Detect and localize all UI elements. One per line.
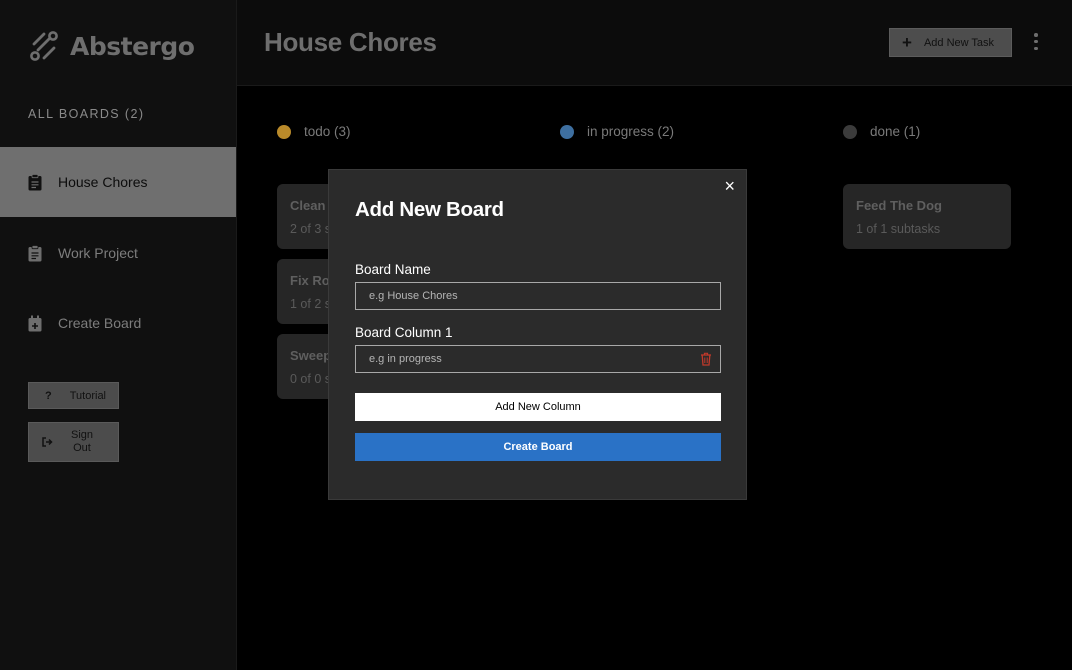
plus-icon: + (902, 33, 912, 52)
question-icon: ? (45, 389, 52, 402)
board-name-label: Board Name (355, 262, 431, 277)
app-name: Abstergo (70, 31, 195, 61)
board-column-placeholder: e.g in progress (369, 353, 442, 365)
sidebar-item-label: House Chores (58, 174, 148, 190)
sign-out-label: Sign Out (70, 429, 94, 454)
sign-out-icon (42, 437, 53, 447)
create-board-label: Create Board (58, 315, 142, 331)
app-logo[interactable]: Abstergo (30, 30, 195, 62)
column-header-done: done (1) (843, 124, 920, 139)
tutorial-label: Tutorial (69, 389, 107, 402)
sidebar-item-label: Work Project (58, 245, 138, 261)
board-name-input[interactable]: e.g House Chores (355, 282, 721, 310)
all-boards-heading: ALL BOARDS (2) (28, 107, 145, 121)
logo-icon (30, 31, 58, 61)
tutorial-button[interactable]: ? Tutorial (28, 382, 119, 409)
sidebar-item-work-project[interactable]: Work Project (0, 218, 236, 288)
create-board-button[interactable]: Create Board (355, 433, 721, 461)
task-subtasks: 1 of 1 subtasks (856, 222, 941, 236)
task-title: Feed The Dog (856, 198, 942, 213)
create-board-link[interactable]: Create Board (0, 288, 236, 358)
add-new-column-button[interactable]: Add New Column (355, 393, 721, 421)
trash-icon[interactable] (700, 352, 712, 366)
calendar-plus-icon (28, 315, 42, 331)
column-color-dot (843, 124, 857, 139)
column-label: in progress (2) (587, 124, 675, 139)
close-icon[interactable]: × (724, 177, 735, 195)
sign-out-button[interactable]: Sign Out (28, 422, 119, 462)
add-new-task-label: Add New Task (923, 36, 995, 49)
sidebar-item-house-chores[interactable]: House Chores (0, 147, 236, 217)
clipboard-icon (28, 173, 42, 190)
more-options-icon[interactable] (1034, 33, 1038, 50)
column-header-todo: todo (3) (277, 124, 351, 139)
page-title: House Chores (264, 27, 437, 57)
task-card[interactable]: Feed The Dog 1 of 1 subtasks (843, 184, 1011, 249)
column-label: done (1) (870, 124, 921, 139)
column-header-in-progress: in progress (2) (560, 124, 674, 139)
sidebar: Abstergo ALL BOARDS (2) House Chores Wor… (0, 0, 237, 670)
clipboard-icon (28, 244, 42, 261)
column-color-dot (560, 124, 574, 139)
column-label: todo (3) (304, 124, 351, 139)
board-column-input[interactable]: e.g in progress (355, 345, 721, 373)
modal-title: Add New Board (355, 198, 504, 221)
column-color-dot (277, 124, 291, 139)
board-column-label: Board Column 1 (355, 325, 453, 340)
board-header: House Chores + Add New Task (237, 0, 1072, 86)
add-new-task-button[interactable]: + Add New Task (889, 28, 1012, 57)
add-board-modal: × Add New Board Board Name e.g House Cho… (328, 169, 747, 500)
